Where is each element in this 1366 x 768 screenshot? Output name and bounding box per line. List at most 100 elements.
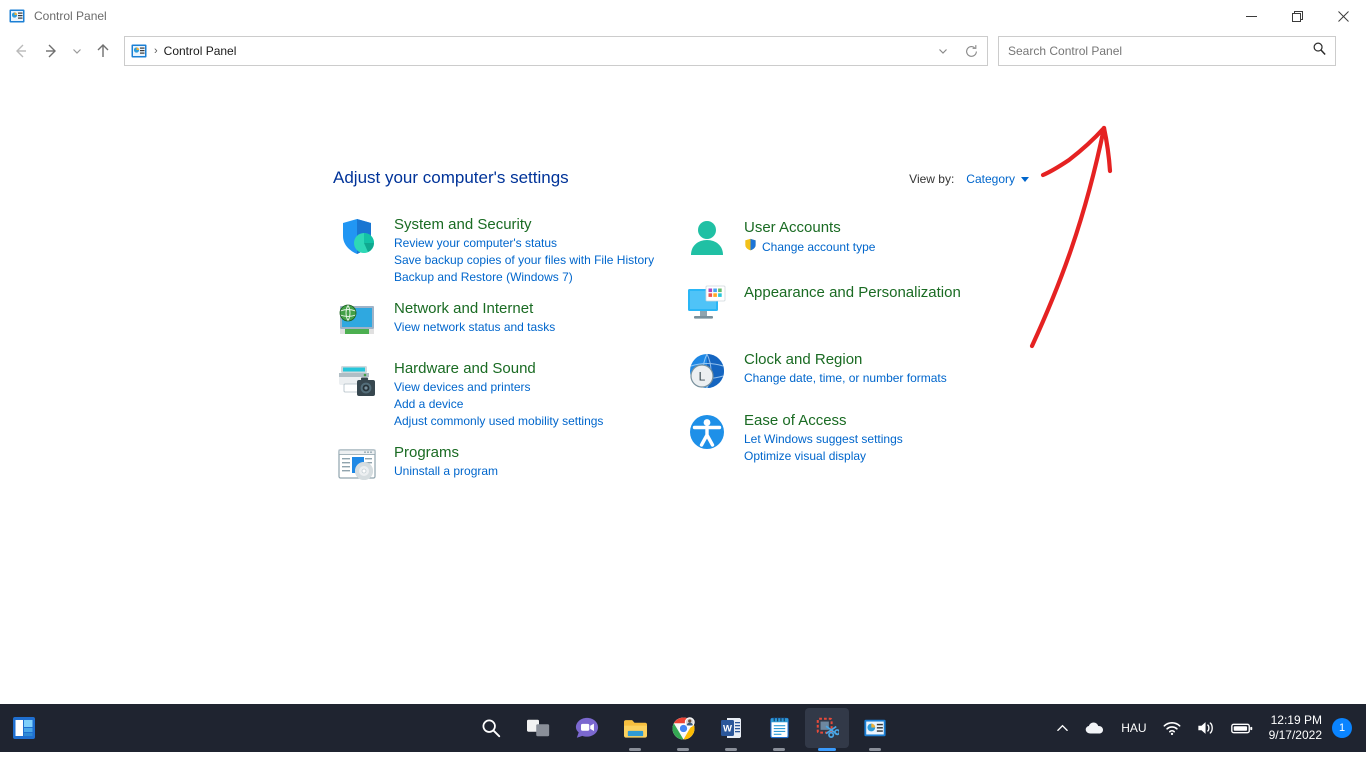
- content-area: Adjust your computer's settings View by:…: [0, 70, 1366, 752]
- category-title[interactable]: Clock and Region: [744, 350, 947, 369]
- category-title[interactable]: Network and Internet: [394, 299, 555, 318]
- clock-time: 12:19 PM: [1270, 713, 1322, 727]
- category-link[interactable]: Uninstall a program: [394, 463, 498, 480]
- clock[interactable]: 12:19 PM 9/17/2022: [1261, 704, 1332, 752]
- category-link[interactable]: Adjust commonly used mobility settings: [394, 413, 603, 430]
- view-by-label: View by:: [909, 172, 955, 186]
- user-account-icon: [683, 217, 731, 265]
- back-button[interactable]: [6, 36, 36, 66]
- title-bar: Control Panel: [0, 0, 1366, 32]
- snipping-tool-icon[interactable]: [805, 708, 849, 751]
- category-body: System and Security Review your computer…: [381, 214, 654, 286]
- running-indicator: [773, 748, 785, 751]
- category-column-right: User Accounts Change account type Appear…: [683, 214, 1033, 496]
- chevron-down-icon[interactable]: [929, 37, 957, 65]
- programs-disc-icon: [333, 442, 381, 490]
- clock-globe-icon: L: [683, 349, 731, 397]
- category-appearance-and-personalization[interactable]: Appearance and Personalization: [683, 282, 1033, 330]
- category-user-accounts[interactable]: User Accounts Change account type: [683, 217, 1033, 265]
- svg-text:L: L: [699, 370, 706, 384]
- category-link[interactable]: Let Windows suggest settings: [744, 431, 903, 448]
- category-columns: System and Security Review your computer…: [333, 214, 1033, 496]
- up-button[interactable]: [88, 36, 118, 66]
- ime-indicator[interactable]: HAU: [1113, 704, 1154, 752]
- show-hidden-icons-button[interactable]: [1048, 704, 1077, 752]
- ime-label: HAU: [1121, 721, 1147, 735]
- category-link[interactable]: Backup and Restore (Windows 7): [394, 269, 654, 286]
- category-link-change-account-type[interactable]: Change account type: [744, 238, 875, 256]
- notepad-icon[interactable]: [757, 708, 801, 751]
- recent-locations-button[interactable]: [66, 36, 88, 66]
- category-title[interactable]: User Accounts: [744, 218, 875, 237]
- category-hardware-and-sound[interactable]: Hardware and Sound View devices and prin…: [333, 358, 683, 430]
- category-title[interactable]: System and Security: [394, 215, 654, 234]
- printer-camera-icon: [333, 358, 381, 406]
- breadcrumb-control-panel[interactable]: Control Panel: [164, 44, 237, 58]
- category-title[interactable]: Ease of Access: [744, 411, 903, 430]
- page-title: Adjust your computer's settings: [333, 168, 569, 187]
- volume-icon[interactable]: [1189, 704, 1223, 752]
- category-ease-of-access[interactable]: Ease of Access Let Windows suggest setti…: [683, 410, 1033, 465]
- category-title[interactable]: Appearance and Personalization: [744, 283, 961, 302]
- category-network-and-internet[interactable]: Network and Internet View network status…: [333, 298, 683, 346]
- taskbar-items: W: [467, 704, 899, 752]
- navigation-toolbar: › Control Panel: [0, 32, 1366, 70]
- running-indicator: [677, 748, 689, 751]
- category-clock-and-region[interactable]: L Clock and Region Change date, time, or…: [683, 349, 1033, 397]
- chrome-icon[interactable]: [661, 708, 705, 751]
- window-controls: [1228, 0, 1366, 32]
- category-body: Network and Internet View network status…: [381, 298, 555, 346]
- category-body: Ease of Access Let Windows suggest setti…: [731, 410, 903, 465]
- breadcrumb-separator: ›: [154, 45, 158, 57]
- view-by-value[interactable]: Category: [966, 172, 1015, 186]
- taskbar: W HAU 12:19 PM 9/17/2022 1: [0, 704, 1366, 752]
- category-body: Programs Uninstall a program: [381, 442, 498, 490]
- running-indicator: [629, 748, 641, 751]
- category-programs[interactable]: Programs Uninstall a program: [333, 442, 683, 490]
- category-link[interactable]: Add a device: [394, 396, 603, 413]
- minimize-button[interactable]: [1228, 0, 1274, 32]
- start-button[interactable]: [0, 704, 48, 752]
- word-icon[interactable]: W: [709, 708, 753, 751]
- category-body: User Accounts Change account type: [731, 217, 875, 265]
- category-title[interactable]: Programs: [394, 443, 498, 462]
- search-taskbar-icon[interactable]: [469, 708, 513, 748]
- category-link[interactable]: Change date, time, or number formats: [744, 370, 947, 387]
- running-indicator: [869, 748, 881, 751]
- search-input[interactable]: [1008, 44, 1312, 58]
- category-link[interactable]: Save backup copies of your files with Fi…: [394, 252, 654, 269]
- category-link-label: Change account type: [762, 239, 876, 254]
- search-icon[interactable]: [1312, 41, 1327, 61]
- notification-badge[interactable]: 1: [1332, 718, 1352, 738]
- file-explorer-icon[interactable]: [613, 708, 657, 751]
- category-link[interactable]: View devices and printers: [394, 379, 603, 396]
- category-link[interactable]: View network status and tasks: [394, 319, 555, 336]
- category-system-and-security[interactable]: System and Security Review your computer…: [333, 214, 683, 286]
- battery-icon[interactable]: [1223, 704, 1261, 752]
- appearance-monitor-icon: [683, 282, 731, 330]
- category-column-left: System and Security Review your computer…: [333, 214, 683, 496]
- address-bar[interactable]: › Control Panel: [124, 36, 988, 66]
- search-box[interactable]: [998, 36, 1336, 66]
- teams-chat-icon[interactable]: [565, 708, 609, 748]
- category-body: Clock and Region Change date, time, or n…: [731, 349, 947, 397]
- shield-security-icon: [333, 214, 381, 262]
- category-title[interactable]: Hardware and Sound: [394, 359, 603, 378]
- refresh-icon[interactable]: [957, 37, 985, 65]
- wifi-icon[interactable]: [1155, 704, 1189, 752]
- category-link[interactable]: Optimize visual display: [744, 448, 903, 465]
- chevron-down-icon[interactable]: [1021, 176, 1029, 182]
- close-button[interactable]: [1320, 0, 1366, 32]
- svg-text:W: W: [723, 724, 732, 735]
- maximize-button[interactable]: [1274, 0, 1320, 32]
- uac-shield-icon: [744, 238, 757, 256]
- onedrive-cloud-icon[interactable]: [1077, 704, 1113, 752]
- running-indicator: [725, 748, 737, 751]
- running-indicator: [818, 748, 836, 751]
- category-body: Appearance and Personalization: [731, 282, 961, 330]
- forward-button[interactable]: [36, 36, 66, 66]
- category-link[interactable]: Review your computer's status: [394, 235, 654, 252]
- task-view-icon[interactable]: [517, 708, 561, 748]
- control-panel-taskbar-icon[interactable]: [853, 708, 897, 751]
- ease-of-access-icon: [683, 410, 731, 458]
